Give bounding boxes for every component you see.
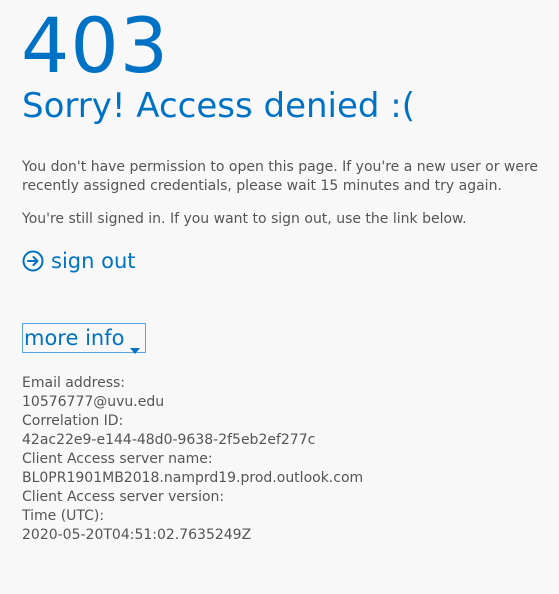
more-info-label: more info: [24, 326, 125, 350]
sign-out-label: sign out: [51, 249, 136, 273]
signed-in-note: You're still signed in. If you want to s…: [22, 211, 467, 227]
server-version-label: Client Access server version:: [22, 489, 225, 505]
server-name-label: Client Access server name:: [22, 451, 213, 467]
time-label: Time (UTC):: [22, 508, 105, 524]
arrow-right-circle-icon: [22, 250, 44, 272]
page-title: Sorry! Access denied :(: [22, 86, 416, 126]
details-panel: Email address: 10576777@uvu.edu Correlat…: [22, 374, 363, 545]
time-value: 2020-05-20T04:51:02.7635249Z: [22, 527, 252, 543]
server-name-value: BL0PR1901MB2018.namprd19.prod.outlook.co…: [22, 470, 364, 486]
caret-down-icon: [129, 336, 141, 354]
correlation-id-value: 42ac22e9-e144-48d0-9638-2f5eb2ef277c: [22, 432, 316, 448]
email-value: 10576777@uvu.edu: [22, 394, 165, 410]
error-message: You don't have permission to open this p…: [22, 159, 539, 194]
email-label: Email address:: [22, 375, 126, 391]
error-code: 403: [21, 1, 170, 90]
correlation-id-label: Correlation ID:: [22, 413, 124, 429]
sign-out-link[interactable]: sign out: [22, 249, 135, 273]
more-info-toggle[interactable]: more info: [22, 323, 147, 354]
